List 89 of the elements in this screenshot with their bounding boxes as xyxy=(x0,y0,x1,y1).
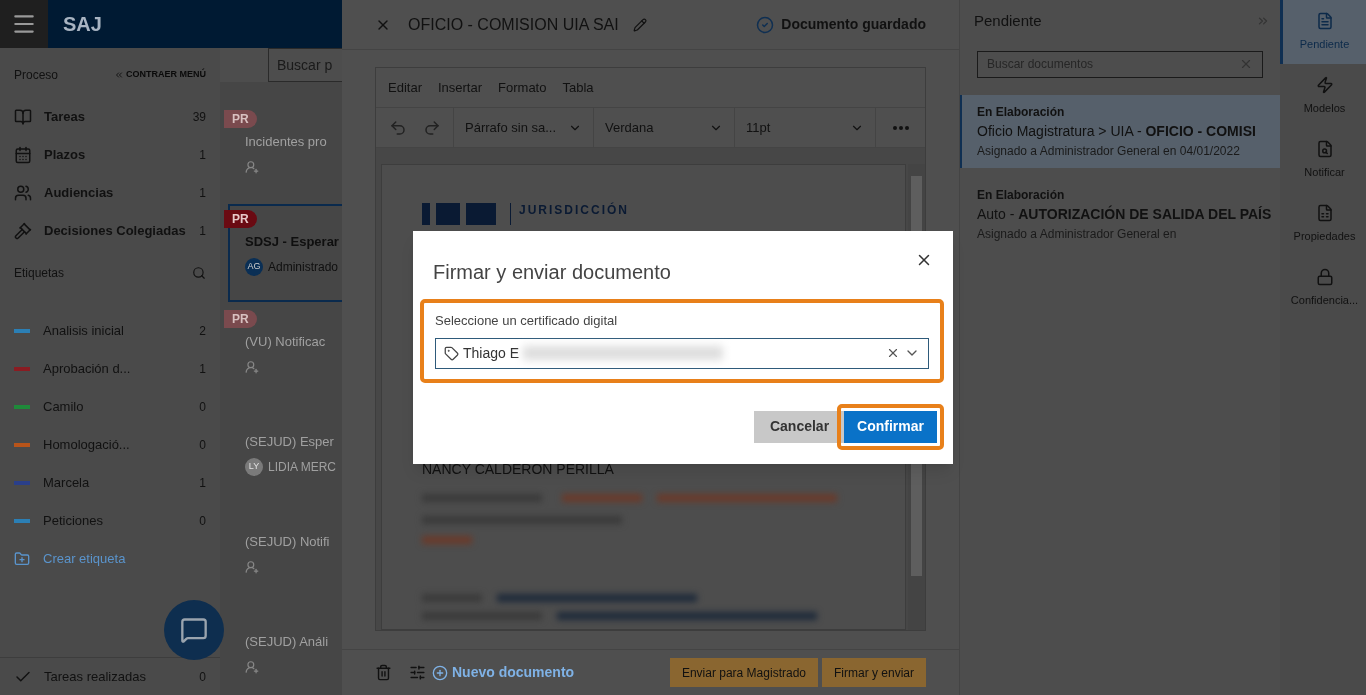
document-name: Oficio Magistratura > UIA - OFICIO - COMISI xyxy=(977,121,1257,141)
trash-icon[interactable] xyxy=(375,664,392,681)
gavel-icon xyxy=(14,222,32,240)
confirm-button[interactable]: Confirmar xyxy=(844,410,937,443)
collapse-menu-link[interactable]: CONTRAER MENÚ xyxy=(114,68,206,82)
folder-plus-icon xyxy=(14,551,30,567)
avatar: AG xyxy=(245,257,263,276)
undo-icon[interactable] xyxy=(388,118,407,137)
document-status: En Elaboración xyxy=(977,186,1066,204)
dialog-title: Firmar y enviar documento xyxy=(433,260,671,285)
menu-item[interactable]: Formato xyxy=(498,77,547,98)
priority-badge: PR xyxy=(224,110,257,128)
document-text: NANCY CALDERON PERILLA xyxy=(422,459,615,479)
plus-circle-icon xyxy=(432,664,448,681)
document-title: OFICIO - COMISION UIA SAI xyxy=(408,14,619,35)
document-item[interactable]: En Elaboración Oficio Magistratura > UIA - OFICIO - COMISI Asignado a Administrador General en 04/01/2022 xyxy=(960,94,1280,168)
font-dropdown[interactable]: Verdana xyxy=(594,108,735,147)
document-icon xyxy=(1315,11,1334,30)
create-tag-link[interactable]: Crear etiqueta xyxy=(0,540,220,578)
tag-item[interactable]: Aprobación d... 1 xyxy=(0,350,220,388)
search-icon[interactable] xyxy=(192,266,206,280)
lightning-icon xyxy=(1315,75,1334,94)
priority-badge: PR xyxy=(224,310,257,328)
assignee-name: LIDIA MERC xyxy=(268,458,336,476)
certificate-value: Thiago E xyxy=(463,343,520,363)
tag-item[interactable]: Marcela 1 xyxy=(0,464,220,502)
document-list-icon xyxy=(1315,203,1334,222)
field-label: Seleccione un certificado digital xyxy=(435,312,619,330)
tag-item[interactable]: Analisis inicial 2 xyxy=(0,312,220,350)
assign-user-icon[interactable] xyxy=(245,359,259,374)
rail-tab[interactable]: Pendiente xyxy=(1280,0,1366,64)
task-card[interactable]: (SEJUD) Análi xyxy=(228,604,342,695)
avatar: LY xyxy=(245,457,263,476)
sidebar-item[interactable]: Plazos 1 xyxy=(0,136,220,174)
new-document-link[interactable]: Nuevo documento xyxy=(432,662,575,683)
app-logo: SAJ xyxy=(63,12,102,37)
chat-icon xyxy=(180,616,208,644)
section-title: Proceso xyxy=(14,67,59,84)
task-title: (VU) Notificac xyxy=(245,333,327,351)
assign-user-icon[interactable] xyxy=(245,659,259,674)
task-title: (SEJUD) Análi xyxy=(245,633,330,651)
book-icon xyxy=(14,108,32,126)
action-button[interactable]: Enviar para Magistrado xyxy=(669,658,818,687)
document-search-icon xyxy=(1315,139,1334,158)
rail-tab[interactable]: Propiedades xyxy=(1280,192,1366,256)
priority-badge: PR xyxy=(224,210,257,228)
double-chevron-icon xyxy=(114,70,124,80)
panel-title: Pendiente xyxy=(974,11,1042,31)
tag-icon xyxy=(444,345,459,361)
section-title: Etiquetas xyxy=(14,265,65,282)
clear-icon[interactable] xyxy=(886,346,900,360)
paragraph-style-dropdown[interactable]: Párrafo sin sa... xyxy=(454,108,594,147)
logo-text: JURISDICCIÓN xyxy=(519,201,629,219)
rail-tab[interactable]: Confidencia... xyxy=(1280,256,1366,320)
lock-icon xyxy=(1315,267,1334,286)
sliders-icon[interactable] xyxy=(409,664,426,681)
check-circle-icon xyxy=(756,15,775,34)
task-title: Incidentes pro xyxy=(245,133,328,151)
menu-item[interactable]: Tabla xyxy=(562,77,594,98)
assign-user-icon[interactable] xyxy=(245,159,259,174)
menu-button[interactable] xyxy=(0,0,48,48)
menu-item[interactable]: Editar xyxy=(388,77,422,98)
task-title: (SEJUD) Esper xyxy=(245,433,335,451)
cancel-button[interactable]: Cancelar xyxy=(753,410,846,443)
pencil-icon[interactable] xyxy=(632,17,647,32)
action-button[interactable]: Firmar y enviar xyxy=(822,658,926,687)
sidebar-item[interactable]: Audiencias 1 xyxy=(0,174,220,212)
calendar-icon xyxy=(14,146,32,164)
task-card[interactable]: (SEJUD) Esper LY LIDIA MERC xyxy=(228,404,342,502)
rail-tab[interactable]: Notificar xyxy=(1280,128,1366,192)
people-icon xyxy=(14,184,32,202)
task-card[interactable]: (SEJUD) Notifi xyxy=(228,504,342,602)
document-name: Auto - AUTORIZACIÓN DE SALIDA DEL PAÍS xyxy=(977,204,1273,224)
document-assignment: Asignado a Administrador General en 04/01/2022 xyxy=(977,142,1241,160)
task-title: (SEJUD) Notifi xyxy=(245,533,331,551)
completed-tasks-label[interactable]: Tareas realizadas xyxy=(44,666,200,687)
menu-item[interactable]: Insertar xyxy=(437,77,483,98)
sidebar-item[interactable]: Decisiones Colegiadas 1 xyxy=(0,212,220,250)
save-status: Documento guardado xyxy=(781,15,926,34)
sidebar-item[interactable]: Tareas 39 xyxy=(0,98,220,136)
more-icon xyxy=(892,125,909,130)
redo-icon[interactable] xyxy=(422,118,441,137)
assignee-name: Administrado xyxy=(268,258,339,276)
document-status: En Elaboración xyxy=(977,103,1066,121)
certificate-select[interactable]: Thiago E xyxy=(435,337,929,369)
rail-tab[interactable]: Modelos xyxy=(1280,64,1366,128)
clear-icon xyxy=(1239,57,1253,71)
font-size-dropdown[interactable]: 11pt xyxy=(735,108,876,147)
assign-user-icon[interactable] xyxy=(245,559,259,574)
